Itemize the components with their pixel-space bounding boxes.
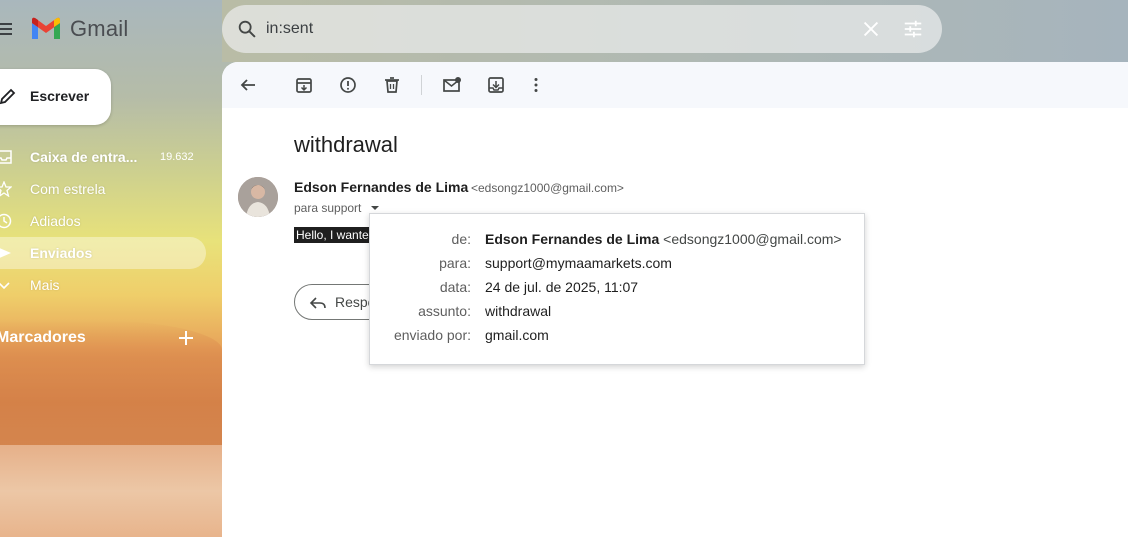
toolbar-separator (421, 75, 422, 95)
details-from-email: <edsongz1000@gmail.com> (663, 231, 842, 247)
message-details-popup: de: Edson Fernandes de Lima <edsongz1000… (369, 213, 865, 365)
details-value: 24 de jul. de 2025, 11:07 (485, 279, 639, 295)
gmail-logo[interactable]: Gmail (30, 16, 128, 42)
star-icon (0, 181, 12, 197)
details-value: Edson Fernandes de Lima <edsongz1000@gma… (485, 231, 842, 247)
main-menu-icon[interactable] (0, 20, 12, 36)
search-input[interactable] (266, 15, 846, 43)
details-row-to: para: support@mymaamarkets.com (370, 255, 866, 275)
back-arrow-icon[interactable] (238, 75, 258, 95)
reply-icon (309, 297, 326, 309)
details-key: data: (439, 279, 471, 295)
avatar-photo (238, 177, 278, 217)
move-to-icon[interactable] (486, 75, 506, 95)
email-body-selected: Hello, I wante (294, 227, 374, 243)
chevron-down-icon (0, 282, 10, 290)
delete-icon[interactable] (382, 75, 402, 95)
details-value: withdrawal (485, 303, 552, 319)
background-sea (0, 445, 222, 537)
message-toolbar (222, 62, 1128, 108)
details-key: assunto: (418, 303, 471, 319)
details-row-subject: assunto: withdrawal (370, 303, 866, 323)
details-key: para: (439, 255, 471, 271)
sidebar-item-sent[interactable]: Enviados (0, 237, 206, 269)
compose-button[interactable]: Escrever (0, 69, 111, 125)
add-label-icon[interactable] (178, 330, 194, 346)
archive-icon[interactable] (294, 75, 314, 95)
gmail-logo-text: Gmail (70, 16, 129, 41)
message-panel: withdrawal Edson Fernandes de Lima <edso… (222, 62, 1128, 537)
sidebar-item-label: Adiados (30, 213, 81, 229)
recipients-line: para support (294, 201, 362, 215)
avatar[interactable] (238, 177, 278, 217)
sidebar-item-label: Caixa de entra... (30, 149, 138, 165)
details-value: support@mymaamarkets.com (485, 255, 672, 271)
gmail-m-icon (32, 17, 60, 39)
unread-count: 19.632 (160, 151, 194, 163)
labels-heading: Marcadores (0, 329, 86, 346)
details-value: gmail.com (485, 327, 549, 343)
sidebar-item-more[interactable]: Mais (0, 269, 206, 301)
details-key: de: (451, 231, 471, 247)
details-from-name: Edson Fernandes de Lima (485, 231, 660, 247)
sidebar-item-snoozed[interactable]: Adiados (0, 205, 206, 237)
clear-search-icon[interactable] (860, 18, 882, 40)
details-key: enviado por: (393, 327, 471, 343)
clock-icon (0, 213, 12, 229)
sender-email: <edsongz1000@gmail.com> (471, 181, 624, 195)
report-spam-icon[interactable] (338, 75, 358, 95)
caret-down-icon[interactable] (370, 204, 380, 212)
sidebar-nav: Caixa de entra... 19.632 Com estrela Adi… (0, 141, 222, 301)
details-row-sent-by: enviado por: gmail.com (370, 327, 866, 347)
sidebar-item-starred[interactable]: Com estrela (0, 173, 206, 205)
details-row-date: data: 24 de jul. de 2025, 11:07 (370, 279, 866, 299)
mark-unread-icon[interactable] (442, 75, 462, 95)
sidebar-item-inbox[interactable]: Caixa de entra... 19.632 (0, 141, 206, 173)
sidebar-item-label: Mais (30, 277, 60, 293)
search-bar[interactable] (222, 5, 942, 53)
sidebar-item-label: Com estrela (30, 181, 106, 197)
details-row-from: de: Edson Fernandes de Lima <edsongz1000… (370, 231, 866, 251)
more-options-icon[interactable] (526, 75, 546, 95)
email-subject: withdrawal (294, 132, 398, 157)
sender-name: Edson Fernandes de Lima (294, 179, 469, 195)
pencil-icon (0, 88, 16, 105)
sidebar-item-label: Enviados (30, 245, 93, 261)
inbox-icon (0, 150, 12, 164)
search-options-icon[interactable] (902, 18, 924, 40)
search-icon[interactable] (236, 18, 258, 40)
compose-label: Escrever (30, 88, 90, 104)
send-icon (0, 248, 11, 258)
